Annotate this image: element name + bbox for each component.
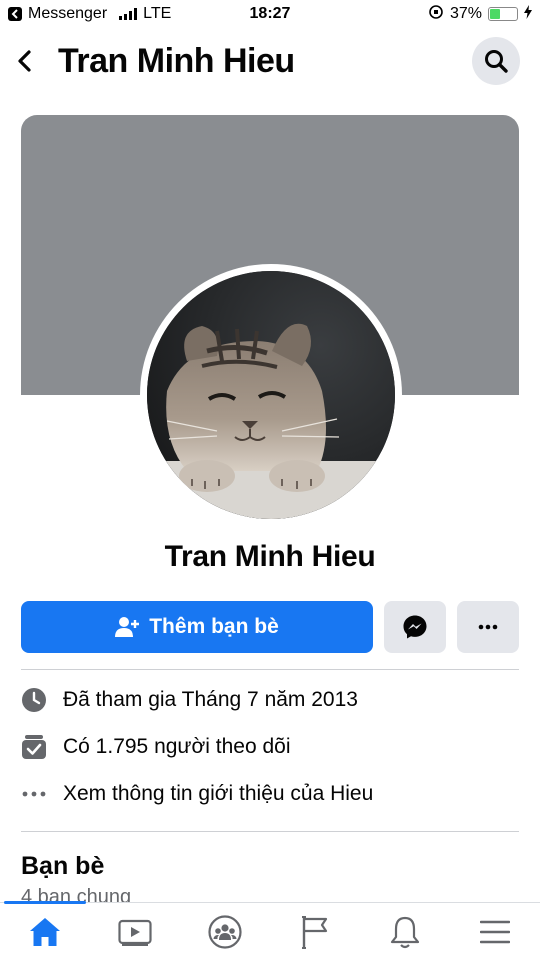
battery-icon [488,7,518,21]
battery-percent: 37% [449,5,482,22]
back-app-label[interactable]: Messenger [28,5,107,23]
back-button[interactable] [12,41,36,81]
add-friend-label: Thêm bạn bè [149,615,279,638]
more-dots-icon [478,624,498,630]
chevron-left-icon [18,50,31,72]
status-bar: Messenger LTE 18:27 37% [0,0,540,28]
rotation-lock-icon [428,4,444,25]
bottom-nav [0,901,540,960]
followers-icon [21,734,47,760]
joined-date-text: Đã tham gia Tháng 7 năm 2013 [63,687,358,711]
see-about-row[interactable]: Xem thông tin giới thiệu của Hieu [21,770,519,817]
home-icon [30,917,60,946]
intro-info-list: Đã tham gia Tháng 7 năm 2013 Có 1.795 ng… [21,676,519,817]
charging-icon [524,4,532,24]
nav-groups[interactable] [180,903,270,960]
add-person-icon [115,617,140,637]
nav-home[interactable] [0,901,90,960]
followers-row[interactable]: Có 1.795 người theo dõi [21,723,519,770]
search-icon [485,50,508,73]
search-button[interactable] [472,37,520,85]
nav-pages[interactable] [270,903,360,960]
profile-name: Tran Minh Hieu [164,540,376,573]
profile-actions: Thêm bạn bè [21,601,519,653]
friends-section-title: Bạn bè [21,852,105,880]
joined-date-row: Đã tham gia Tháng 7 năm 2013 [21,676,519,723]
profile-header: Tran Minh Hieu [0,34,540,88]
pages-flag-icon [302,915,328,949]
messenger-icon [403,615,427,639]
followers-text: Có 1.795 người theo dõi [63,734,291,758]
nav-notifications[interactable] [360,903,450,960]
clock-icon [21,687,47,713]
message-button[interactable] [384,601,446,653]
bell-icon [390,916,420,948]
groups-icon [208,914,242,949]
page-title: Tran Minh Hieu [58,41,295,80]
more-dots-icon [21,781,47,807]
status-right: 37% [428,4,532,25]
avatar-image [147,271,395,519]
divider [21,669,519,670]
video-icon [118,919,152,946]
more-button[interactable] [457,601,519,653]
add-friend-button[interactable]: Thêm bạn bè [21,601,373,653]
network-label: LTE [143,5,172,22]
battery-fill [490,9,500,19]
nav-watch[interactable] [90,903,180,960]
profile-avatar[interactable] [140,264,402,526]
divider [21,831,519,832]
back-to-app-icon[interactable] [8,7,22,21]
status-left: Messenger LTE [8,5,428,23]
see-about-text: Xem thông tin giới thiệu của Hieu [63,781,374,805]
signal-icon [119,8,138,20]
menu-icon [480,920,510,943]
nav-menu[interactable] [450,903,540,960]
